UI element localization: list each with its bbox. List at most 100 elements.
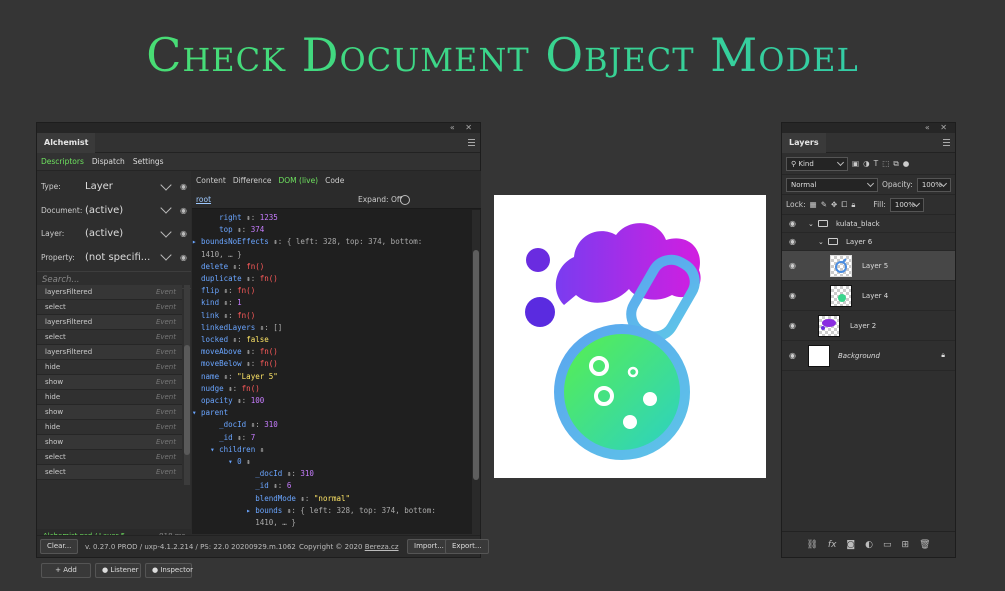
property-value[interactable]: (not specifi... (85, 252, 162, 263)
event-row[interactable]: layersFiltered Event (37, 345, 182, 360)
lock-all-icon[interactable]: 🔒︎ (851, 200, 855, 210)
tab-dom-live[interactable]: DOM (live) (279, 171, 319, 191)
adjustment-icon[interactable]: ◐ (865, 540, 873, 550)
eye-icon[interactable]: ◉ (180, 206, 187, 215)
dom-tree-line[interactable]: top ⇞: 374 (192, 224, 472, 236)
event-row[interactable]: layersFiltered Event (37, 285, 182, 300)
dom-tree-line[interactable]: blendMode ⇞: "normal" (192, 493, 472, 505)
dom-tree-line[interactable]: name ⇞: "Layer 5" (192, 371, 472, 383)
dom-tree-line[interactable]: right ⇞: 1235 (192, 212, 472, 224)
dom-tree-line[interactable]: kind ⇞: 1 (192, 297, 472, 309)
chevron-down-icon[interactable] (160, 226, 172, 238)
dom-tree-line[interactable]: flip ⇞: fn() (192, 285, 472, 297)
trash-icon[interactable]: 🗑︎ (919, 540, 930, 550)
property-selector[interactable]: Property: (not specifi... ◉ (37, 246, 191, 270)
eye-icon[interactable]: ◉ (789, 291, 796, 300)
chevron-down-icon[interactable]: ⌄ (808, 220, 814, 228)
add-button[interactable]: + Add (41, 563, 91, 578)
dom-tree-line[interactable]: nudge ⇞: fn() (192, 383, 472, 395)
collapse-icon[interactable]: « ✕ (925, 123, 951, 132)
dom-tree-scrollbar[interactable] (472, 210, 480, 534)
eye-icon[interactable]: ◉ (789, 237, 796, 246)
fx-icon[interactable]: fx (828, 540, 837, 550)
export-button[interactable]: Export... (445, 539, 489, 554)
event-row[interactable]: hide Event (37, 420, 182, 435)
dom-tree-line[interactable]: duplicate ⇞: fn() (192, 273, 472, 285)
adjustment-filter-icon[interactable]: ◑ (863, 159, 870, 168)
folder-icon[interactable]: ▭ (883, 540, 892, 550)
event-row[interactable]: select Event (37, 450, 182, 465)
new-layer-icon[interactable]: ⊞ (902, 540, 910, 550)
layers-title-tab[interactable]: Layers (782, 133, 826, 153)
event-row[interactable]: select Event (37, 300, 182, 315)
layer-row[interactable]: ◉ Layer 2 (782, 311, 955, 341)
tab-content[interactable]: Content (196, 171, 226, 191)
type-selector[interactable]: Type: Layer ◉ (37, 175, 191, 199)
collapse-icon[interactable]: « ✕ (450, 123, 476, 132)
event-row[interactable]: select Event (37, 330, 182, 345)
dom-tree-line[interactable]: _id ⇞: 6 (192, 480, 472, 492)
document-selector[interactable]: Document: (active) ◉ (37, 199, 191, 223)
dom-tree-line[interactable]: _docId ⇞: 310 (192, 468, 472, 480)
dom-tree-line[interactable]: ▾ children ⇞ (192, 444, 472, 456)
eye-icon[interactable]: ◉ (180, 182, 187, 191)
inspector-button[interactable]: ● Inspector (145, 563, 193, 578)
breadcrumb-root[interactable]: root (196, 191, 211, 209)
event-row[interactable]: show Event (37, 435, 182, 450)
event-row[interactable]: show Event (37, 405, 182, 420)
dom-tree-line[interactable]: ▸ boundsNoEffects ⇞: { left: 328, top: 3… (192, 236, 472, 248)
layer-value[interactable]: (active) (85, 228, 162, 239)
chevron-down-icon[interactable] (160, 179, 172, 191)
filter-toggle-icon[interactable]: ● (903, 159, 910, 168)
link-icon[interactable]: ⛓ (806, 540, 817, 550)
expand-toggle[interactable] (400, 195, 410, 205)
dom-tree-line[interactable]: locked ⇞: false (192, 334, 472, 346)
expand-triangle-icon[interactable]: ▾ (210, 445, 219, 454)
event-row[interactable]: select Event (37, 465, 182, 480)
expand-triangle-icon[interactable]: ▾ (192, 408, 201, 417)
chevron-down-icon[interactable] (160, 202, 172, 214)
layer-row[interactable]: ◉ ⌄ kulata_black (782, 215, 955, 233)
expand-triangle-icon[interactable]: ▾ (228, 457, 237, 466)
eye-icon[interactable]: ◉ (789, 321, 796, 330)
fill-input[interactable]: 100% (889, 197, 924, 212)
layer-selector[interactable]: Layer: (active) ◉ (37, 222, 191, 246)
type-filter-icon[interactable]: T (874, 159, 879, 168)
shape-filter-icon[interactable]: ⬚ (882, 159, 889, 168)
event-row[interactable]: show Event (37, 375, 182, 390)
dom-tree-line[interactable]: ▾ 0 ⇞ (192, 456, 472, 468)
dom-tree-line[interactable]: delete ⇞: fn() (192, 261, 472, 273)
event-row[interactable]: hide Event (37, 360, 182, 375)
eye-icon[interactable]: ◉ (789, 351, 796, 360)
eye-icon[interactable]: ◉ (180, 253, 187, 262)
dom-tree-line[interactable]: linkedLayers ⇞: [] (192, 322, 472, 334)
mask-icon[interactable]: ◙ (846, 540, 855, 550)
dom-tree-line[interactable]: 1410, … } (192, 517, 472, 529)
panel-menu-icon[interactable] (943, 139, 950, 146)
listener-button[interactable]: ● Listener (95, 563, 141, 578)
clear-button[interactable]: Clear... (40, 539, 79, 554)
dom-tree-line[interactable]: moveBelow ⇞: fn() (192, 358, 472, 370)
tab-settings[interactable]: Settings (133, 153, 164, 170)
tab-dispatch[interactable]: Dispatch (92, 153, 125, 170)
dom-tree-line[interactable]: opacity ⇞: 100 (192, 395, 472, 407)
expand-triangle-icon[interactable]: ▸ (192, 237, 201, 246)
lock-transparent-icon[interactable]: ▦ (810, 200, 817, 209)
lock-icon[interactable]: 🔒︎ (941, 351, 945, 360)
author-link[interactable]: Bereza.cz (365, 543, 399, 551)
kind-filter-select[interactable]: ⚲ Kind (786, 156, 848, 171)
lock-move-icon[interactable]: ✥ (831, 200, 837, 209)
dom-tree-line[interactable]: _docId ⇞: 310 (192, 419, 472, 431)
eye-icon[interactable]: ◉ (789, 261, 796, 270)
chevron-down-icon[interactable]: ⌄ (818, 238, 824, 246)
event-row[interactable]: hide Event (37, 390, 182, 405)
tab-code[interactable]: Code (325, 171, 344, 191)
tab-descriptors[interactable]: Descriptors (41, 153, 84, 170)
smart-filter-icon[interactable]: ⧉ (893, 159, 898, 169)
dom-tree-line[interactable]: ▸ bounds ⇞: { left: 328, top: 374, botto… (192, 505, 472, 517)
dom-tree-line[interactable]: 1410, … } (192, 249, 472, 261)
eye-icon[interactable]: ◉ (180, 229, 187, 238)
type-value[interactable]: Layer (85, 181, 162, 192)
layer-row-background[interactable]: ◉ Background 🔒︎ (782, 341, 955, 371)
lock-artboard-icon[interactable]: ⧠ (841, 200, 847, 210)
